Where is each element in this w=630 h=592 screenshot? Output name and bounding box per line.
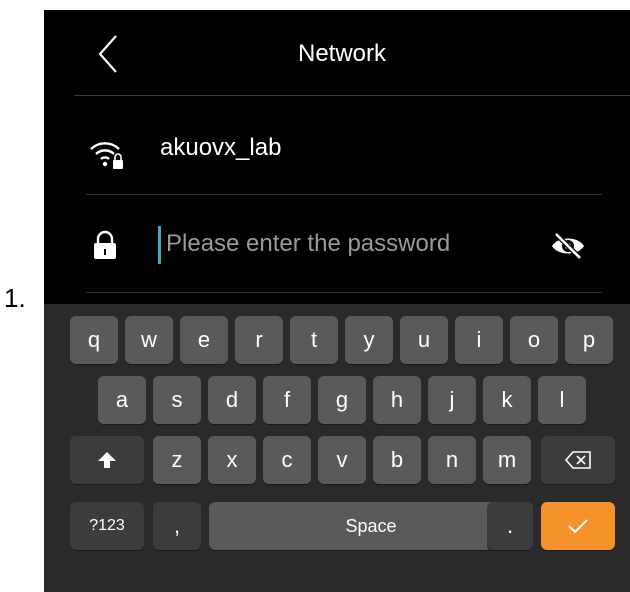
key-q[interactable]: q [70, 316, 118, 364]
key-n[interactable]: n [428, 436, 476, 484]
network-ssid: akuovx_lab [160, 134, 282, 161]
key-z[interactable]: z [153, 436, 201, 484]
key-l[interactable]: l [538, 376, 586, 424]
text-cursor [158, 226, 161, 264]
backspace-icon [564, 451, 591, 469]
key-s[interactable]: s [153, 376, 201, 424]
key-g[interactable]: g [318, 376, 366, 424]
key-k[interactable]: k [483, 376, 531, 424]
network-row [44, 96, 630, 194]
key-i[interactable]: i [455, 316, 503, 364]
key-r[interactable]: r [235, 316, 283, 364]
lock-icon [94, 230, 116, 259]
key-d[interactable]: d [208, 376, 256, 424]
confirm-key[interactable] [541, 502, 615, 550]
key-p[interactable]: p [565, 316, 613, 364]
key-c[interactable]: c [263, 436, 311, 484]
key-j[interactable]: j [428, 376, 476, 424]
eye-off-icon[interactable] [550, 232, 586, 260]
backspace-key[interactable] [541, 436, 615, 484]
key-x[interactable]: x [208, 436, 256, 484]
password-input[interactable] [158, 224, 526, 264]
list-number: 1. [4, 283, 26, 313]
soft-keyboard: q w e r t y u i o p a s d f g h j k l z … [44, 304, 630, 592]
shift-arrow-icon [98, 452, 116, 468]
key-e[interactable]: e [180, 316, 228, 364]
key-m[interactable]: m [483, 436, 531, 484]
header-bar: Network [44, 10, 630, 96]
key-b[interactable]: b [373, 436, 421, 484]
period-key[interactable]: . [487, 502, 533, 550]
key-v[interactable]: v [318, 436, 366, 484]
key-f[interactable]: f [263, 376, 311, 424]
comma-key[interactable]: , [153, 502, 201, 550]
key-y[interactable]: y [345, 316, 393, 364]
page-title: Network [297, 40, 387, 67]
key-w[interactable]: w [125, 316, 173, 364]
key-a[interactable]: a [98, 376, 146, 424]
checkmark-icon [568, 519, 588, 534]
space-key[interactable]: Space [209, 502, 533, 550]
network-divider [86, 194, 602, 195]
password-divider [86, 292, 602, 293]
key-h[interactable]: h [373, 376, 421, 424]
device-screen: Network akuovx_lab q w e r t y u i o p a… [44, 10, 630, 592]
shift-key[interactable] [70, 436, 144, 484]
wifi-lock-icon [90, 142, 123, 169]
key-t[interactable]: t [290, 316, 338, 364]
key-o[interactable]: o [510, 316, 558, 364]
key-u[interactable]: u [400, 316, 448, 364]
symbols-key[interactable]: ?123 [70, 502, 144, 550]
